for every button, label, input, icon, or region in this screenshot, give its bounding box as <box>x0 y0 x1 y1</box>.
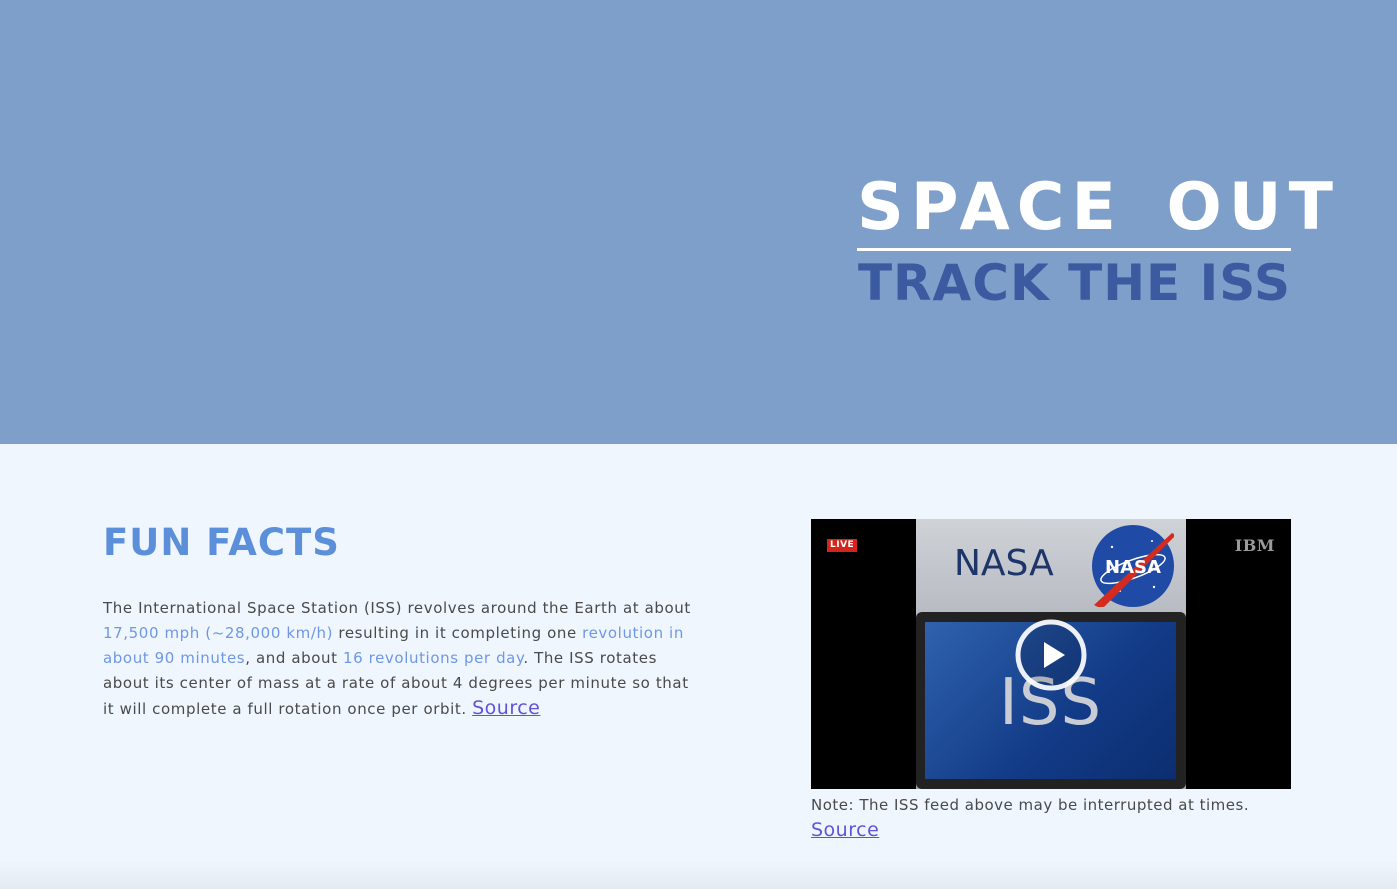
live-badge: LIVE <box>827 539 858 552</box>
video-note: Note: The ISS feed above may be interrup… <box>811 796 1250 814</box>
fact-highlight-speed: 17,500 mph (~28,000 km/h) <box>103 624 334 642</box>
ibm-logo: IBM <box>1234 536 1275 555</box>
hero-banner: SPACE OUT TRACK THE ISS <box>0 0 1397 444</box>
site-title: SPACE OUT <box>857 170 1340 245</box>
fact-text: resulting in it completing one <box>333 624 583 642</box>
fact-text: , and about <box>245 649 344 667</box>
fun-facts-paragraph: The International Space Station (ISS) re… <box>103 596 703 722</box>
fun-facts-heading: FUN FACTS <box>103 521 340 564</box>
fact-highlight-per-day: 16 revolutions per day <box>343 649 524 667</box>
footer-shadow <box>0 860 1397 889</box>
nasa-logo-text: NASA <box>1105 557 1161 578</box>
video-source-link[interactable]: Source <box>811 817 879 843</box>
fact-text: The International Space Station (ISS) re… <box>103 599 691 617</box>
iss-live-video-player[interactable]: NASA NASA ISS LIVE IBM <box>811 519 1291 789</box>
site-subtitle: TRACK THE ISS <box>857 254 1291 312</box>
fun-facts-source-link[interactable]: Source <box>472 697 540 719</box>
fun-facts-section: FUN FACTS The International Space Statio… <box>103 518 703 722</box>
play-button[interactable] <box>1015 619 1087 691</box>
play-circle-icon <box>1015 619 1087 691</box>
nasa-logo-icon: NASA <box>1092 525 1176 609</box>
nasa-wordmark: NASA <box>954 543 1054 584</box>
brand: SPACE OUT TRACK THE ISS <box>857 168 1340 315</box>
